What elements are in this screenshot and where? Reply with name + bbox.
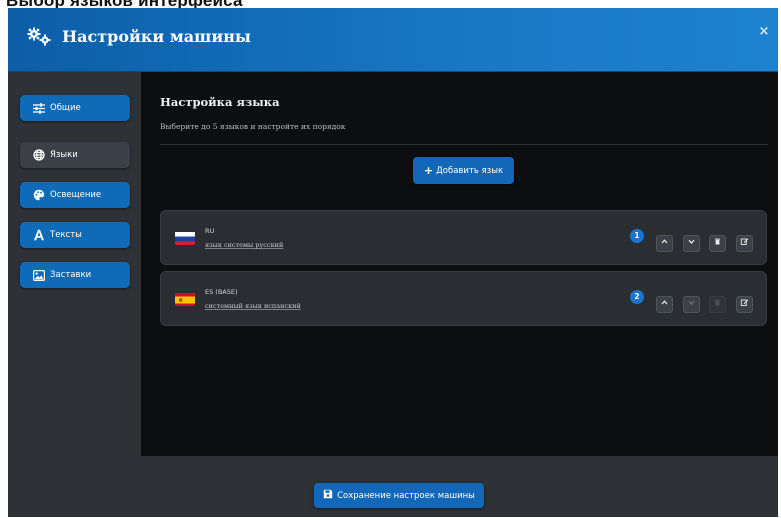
move-up-button[interactable] (656, 235, 673, 252)
order-badge: 2 (630, 290, 644, 304)
edit-icon (740, 238, 749, 248)
sidebar-item-label: Общие (50, 103, 81, 113)
sidebar-item-label: Освещение (50, 190, 102, 200)
save-settings-button[interactable]: Сохранение настроек машины (314, 483, 484, 508)
add-language-label: Добавить язык (436, 165, 504, 176)
modal-title: Настройки машины (62, 27, 251, 46)
order-badge: 1 (630, 229, 644, 243)
russia-flag-icon (175, 231, 195, 245)
image-icon (33, 269, 45, 281)
trash-icon (713, 238, 722, 248)
font-icon (33, 229, 45, 241)
sidebar: Общие Языки Освещение Тексты Заставки (8, 72, 141, 456)
add-language-button[interactable]: + Добавить язык (413, 157, 514, 184)
sidebar-item-screensavers[interactable]: Заставки (20, 262, 130, 288)
section-title: Настройка языка (160, 95, 280, 109)
chevron-up-icon (660, 239, 669, 248)
language-code: ES (BASE) (205, 288, 238, 296)
trash-icon (713, 299, 722, 309)
sidebar-item-label: Языки (50, 150, 78, 160)
language-card: ES (BASE) системный язык испанский 2 (160, 271, 767, 326)
spain-flag-icon (175, 292, 195, 306)
chevron-up-icon (660, 300, 669, 309)
machine-settings-modal: Настройки машины × Общие Языки Освещение… (8, 8, 778, 517)
sidebar-item-label: Заставки (50, 270, 92, 280)
globe-icon (33, 149, 45, 161)
plus-icon: + (423, 164, 434, 177)
floppy-icon (323, 489, 333, 502)
divider (160, 144, 768, 145)
chevron-down-icon (687, 300, 696, 309)
save-settings-label: Сохранение настроек машины (337, 490, 475, 501)
section-subtitle: Выберите до 5 языков и настройте их поря… (160, 122, 346, 131)
sidebar-item-label: Тексты (50, 230, 82, 240)
language-settings-panel: Настройка языка Выберите до 5 языков и н… (141, 72, 778, 456)
move-up-button[interactable] (656, 296, 673, 313)
sidebar-item-general[interactable]: Общие (20, 95, 130, 121)
gears-icon (27, 27, 53, 47)
palette-icon (33, 189, 45, 201)
language-card: RU язык системы русский 1 (160, 210, 767, 265)
edit-icon (740, 299, 749, 309)
modal-footer: Сохранение настроек машины (8, 456, 778, 517)
close-button[interactable]: × (757, 24, 771, 40)
sidebar-item-texts[interactable]: Тексты (20, 222, 130, 248)
modal-header: Настройки машины × (8, 8, 778, 72)
language-name: язык системы русский (205, 241, 284, 249)
language-code: RU (205, 227, 215, 235)
sliders-icon (33, 102, 45, 114)
edit-button[interactable] (736, 235, 753, 252)
move-down-button[interactable] (683, 296, 700, 313)
sidebar-item-lighting[interactable]: Освещение (20, 182, 130, 208)
move-down-button[interactable] (683, 235, 700, 252)
sidebar-item-languages[interactable]: Языки (20, 142, 130, 168)
edit-button[interactable] (736, 296, 753, 313)
chevron-down-icon (687, 239, 696, 248)
delete-button[interactable] (709, 235, 726, 252)
delete-button[interactable] (709, 296, 726, 313)
language-name: системный язык испанский (205, 302, 301, 310)
